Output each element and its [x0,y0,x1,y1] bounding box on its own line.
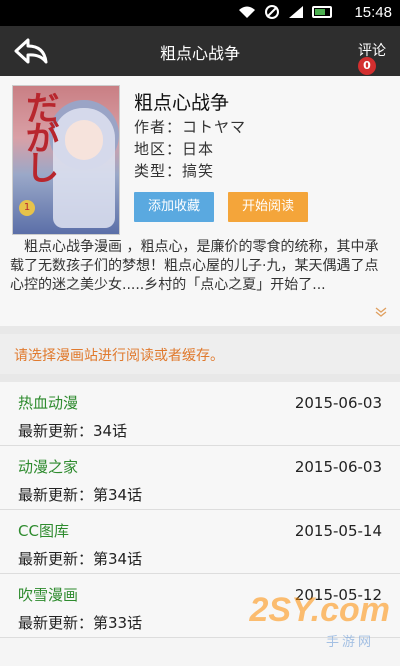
status-time: 15:48 [354,4,392,21]
cover-volume: 1 [19,200,35,216]
manga-description: 粗点心战争漫画 ，粗点心，是廉价的零食的统称，其中承载了无数孩子们的梦想！粗点心… [10,239,379,293]
expand-chevron-icon[interactable] [375,306,387,318]
source-latest: 最新更新：第33话 [18,614,143,632]
source-date: 2015-05-14 [294,522,382,540]
manga-author: 作者：コトヤマ [134,118,247,136]
source-date: 2015-06-03 [294,458,382,476]
source-name: 热血动漫 [18,394,79,412]
source-row[interactable]: CC图库 2015-05-14 最新更新：第34话 [0,510,400,574]
comment-count-badge: 0 [358,57,376,75]
cover-image: だがし 1 [12,85,120,235]
wifi-icon [239,6,255,18]
watermark-logo: 2SY.com [249,591,391,629]
manga-type: 类型：搞笑 [134,162,215,180]
source-row[interactable]: 热血动漫 2015-06-03 最新更新：34话 [0,382,400,446]
source-name: CC图库 [18,522,69,540]
status-icons [238,5,332,19]
source-latest: 最新更新：第34话 [18,550,143,568]
page-title: 粗点心战争 [159,44,240,63]
watermark-sub: 手游网 [325,635,374,650]
title-bar: 粗点心战争 评论 [0,26,400,76]
manga-region: 地区：日本 [134,140,215,158]
signal-icon [289,6,303,18]
start-reading-button[interactable]: 开始阅读 [228,192,308,222]
source-latest: 最新更新：34话 [18,422,128,440]
cover-face [65,120,103,160]
notice-bar: 请选择漫画站进行阅读或者缓存。 [0,334,400,374]
section-divider [0,326,400,334]
no-sim-icon [265,5,279,19]
battery-icon [312,6,332,18]
notice-text: 请选择漫画站进行阅读或者缓存。 [14,348,224,364]
source-name: 动漫之家 [18,458,79,476]
cover-title: だがし [19,90,59,180]
add-favorite-button[interactable]: 添加收藏 [134,192,214,222]
source-latest: 最新更新：第34话 [18,486,143,504]
source-date: 2015-06-03 [294,394,382,412]
source-row[interactable]: 动漫之家 2015-06-03 最新更新：第34话 [0,446,400,510]
source-name: 吹雪漫画 [18,586,79,604]
status-bar: 15:48 [0,0,400,26]
manga-title: 粗点心战争 [134,92,230,114]
section-divider [0,374,400,382]
